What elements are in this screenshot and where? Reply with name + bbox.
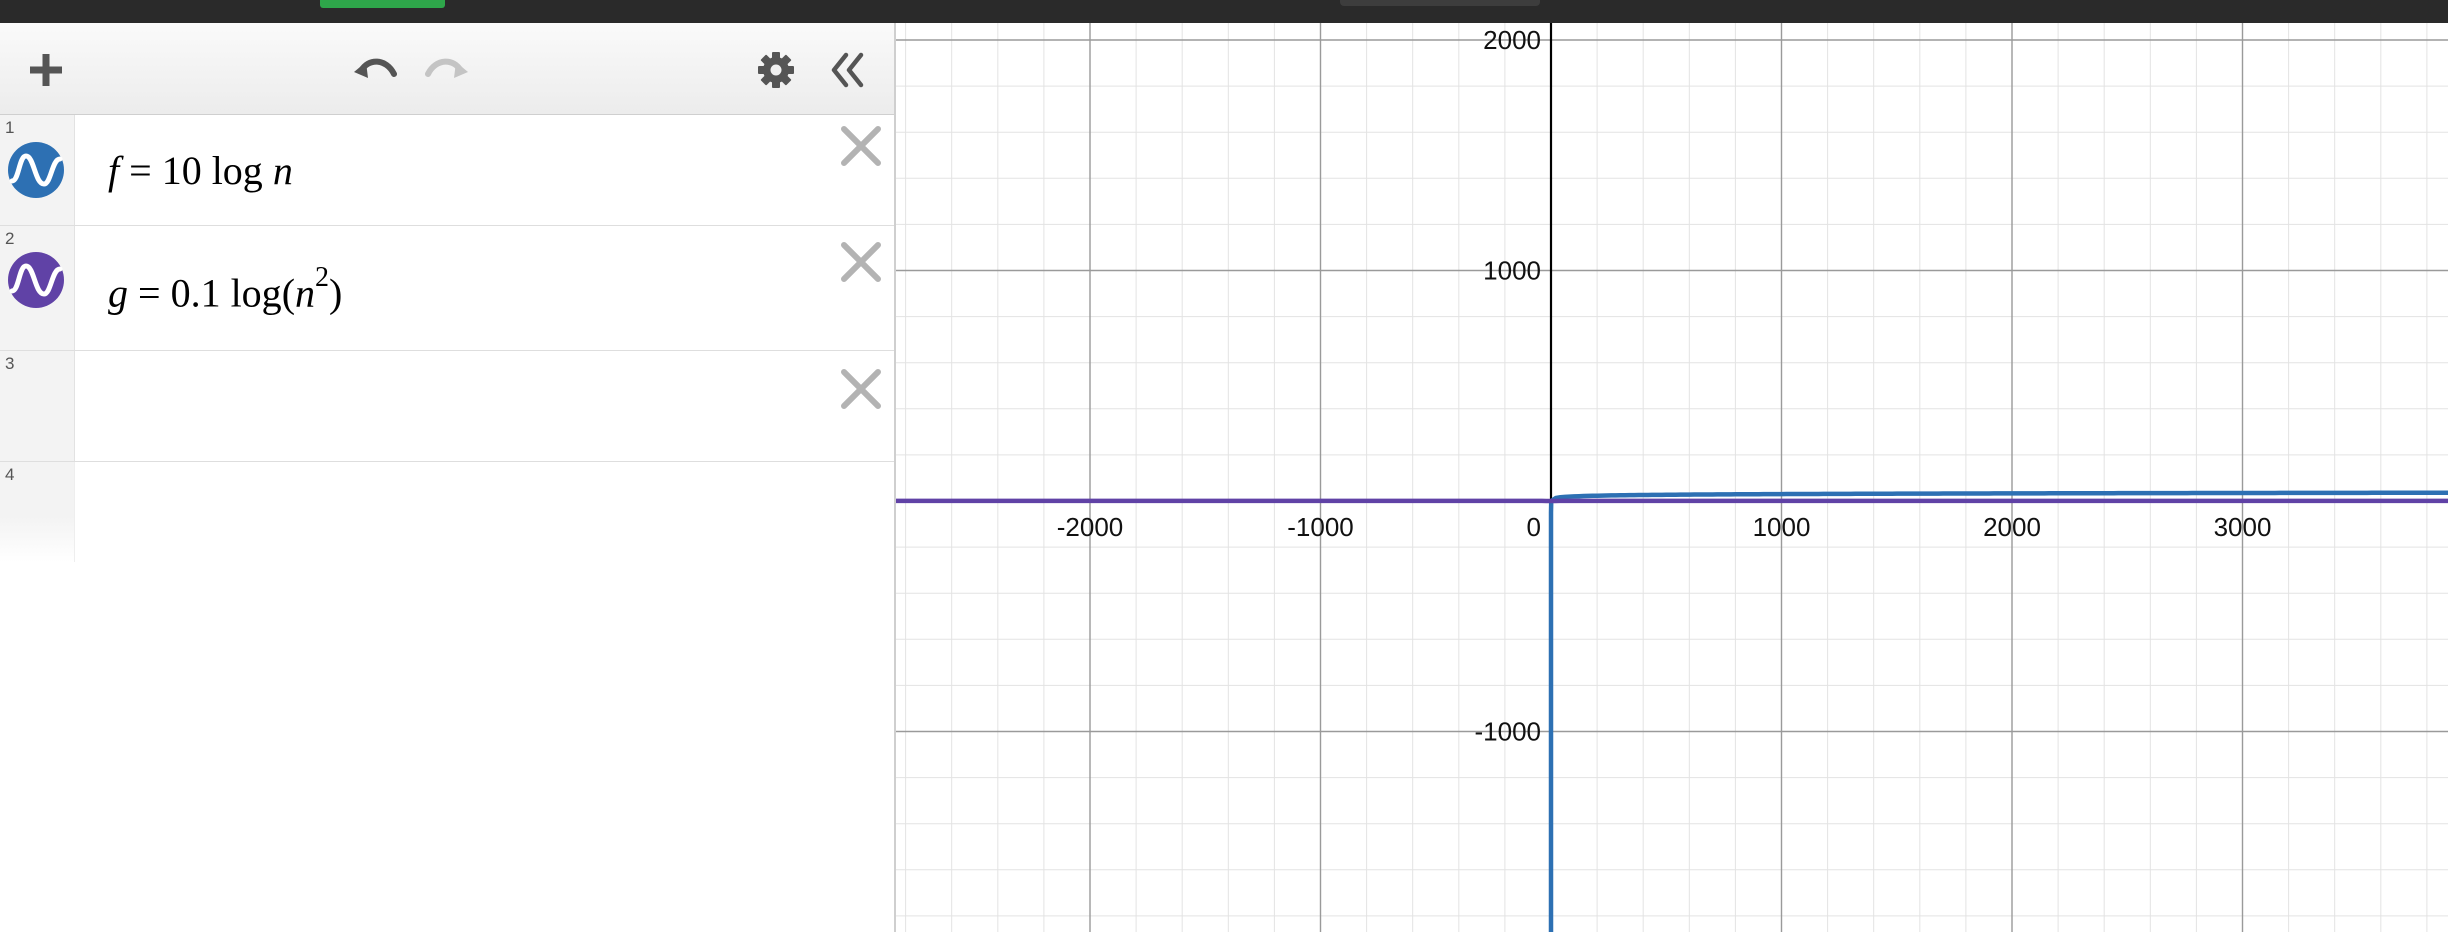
- expression-gutter: 2: [0, 226, 75, 350]
- expr-fn: log: [230, 270, 282, 316]
- expression-row-2[interactable]: 2 g = 0.1 log(n2): [0, 226, 894, 351]
- delete-expression-icon[interactable]: [838, 123, 884, 169]
- expr-exponent: 2: [315, 262, 330, 293]
- curve-f[interactable]: [1548, 490, 2448, 932]
- expr-lhs: f: [108, 148, 120, 193]
- expression-gutter: 3: [0, 351, 75, 461]
- y-tick-label: -1000: [1475, 717, 1542, 747]
- expression-row-1[interactable]: 1 f = 10 log n: [0, 115, 894, 226]
- row-number: 2: [5, 229, 15, 248]
- expression-gutter: 4: [0, 462, 75, 562]
- purple-wave-icon[interactable]: [7, 251, 65, 309]
- expr-coef: 0.1: [170, 270, 221, 316]
- graph-canvas[interactable]: -2000 -1000 0 1000 2000 3000 2000 1000 -1000: [896, 23, 2448, 932]
- x-tick-label: 0: [1527, 512, 1541, 542]
- expr-arg: n: [295, 270, 316, 316]
- undo-button[interactable]: [350, 45, 400, 95]
- expression-list: 1 f = 10 log n 2 g = 0.1 log(n2) 3 4: [0, 115, 894, 562]
- expression-math[interactable]: g = 0.1 log(n2): [108, 262, 343, 316]
- expression-math[interactable]: f = 10 log n: [108, 147, 293, 194]
- expression-toolbar: [0, 23, 894, 115]
- graph-title[interactable]: [1340, 0, 1540, 6]
- delete-expression-icon[interactable]: [838, 239, 884, 285]
- redo-icon: [425, 58, 468, 78]
- row-number: 3: [5, 354, 15, 373]
- expression-row-4[interactable]: 4: [0, 462, 894, 562]
- expr-arg: n: [272, 148, 293, 193]
- row-number: 1: [5, 118, 15, 137]
- expression-panel: 1 f = 10 log n 2 g = 0.1 log(n2) 3 4: [0, 23, 896, 932]
- expression-row-3[interactable]: 3: [0, 351, 894, 462]
- redo-button[interactable]: [422, 45, 472, 95]
- blue-wave-icon[interactable]: [7, 141, 65, 199]
- x-tick-label: -2000: [1057, 512, 1124, 542]
- collapse-list-button[interactable]: [823, 45, 873, 95]
- x-tick-label: -1000: [1287, 512, 1354, 542]
- double-chevron-left-icon: [831, 52, 864, 88]
- undo-icon: [354, 58, 397, 78]
- expr-fn: log: [211, 148, 263, 193]
- y-tick-label: 2000: [1483, 25, 1541, 55]
- expr-lhs: g: [108, 270, 128, 316]
- x-tick-label: 2000: [1983, 512, 2041, 542]
- row-number: 4: [5, 465, 15, 484]
- expr-coef: 10: [161, 148, 202, 193]
- gear-icon: [758, 52, 794, 88]
- settings-button[interactable]: [751, 45, 801, 95]
- add-expression-button[interactable]: [21, 45, 71, 95]
- expr-equals: =: [129, 148, 152, 193]
- save-button[interactable]: [320, 0, 445, 8]
- graph-svg[interactable]: -2000 -1000 0 1000 2000 3000 2000 1000 -1000: [896, 23, 2448, 932]
- top-bar: [0, 0, 2448, 23]
- expr-paren-close: ): [329, 270, 343, 316]
- x-tick-label: 3000: [2214, 512, 2272, 542]
- expression-gutter: 1: [0, 115, 75, 225]
- y-tick-label: 1000: [1483, 256, 1541, 286]
- delete-expression-icon[interactable]: [838, 366, 884, 412]
- plus-icon: [30, 54, 62, 86]
- expr-equals: =: [138, 270, 161, 316]
- x-tick-label: 1000: [1753, 512, 1811, 542]
- expr-paren-open: (: [281, 270, 296, 316]
